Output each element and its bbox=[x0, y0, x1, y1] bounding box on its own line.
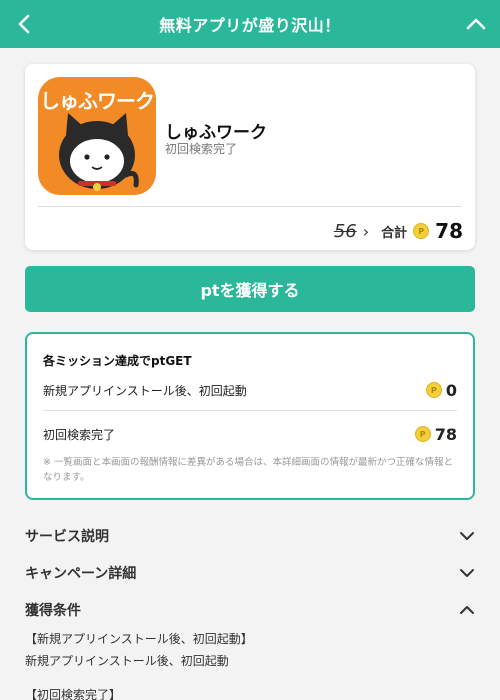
accordion-label: 獲得条件 bbox=[25, 603, 81, 619]
chevron-up-icon bbox=[460, 606, 474, 614]
mission-points: P 78 bbox=[414, 424, 457, 444]
old-points: 56 bbox=[333, 220, 357, 242]
accordion-label: サービス説明 bbox=[25, 529, 109, 545]
mission-label: 初回検索完了 bbox=[43, 427, 116, 442]
mission-points-value: 0 bbox=[445, 380, 457, 400]
accordion-campaign[interactable]: キャンペーン詳細 bbox=[25, 558, 475, 588]
coin-icon: P bbox=[425, 382, 442, 398]
chevron-down-icon bbox=[460, 532, 474, 540]
coin-icon: P bbox=[413, 223, 430, 239]
mission-row: 初回検索完了 P 78 bbox=[43, 423, 457, 445]
chevron-up-icon bbox=[466, 18, 486, 30]
mission-divider bbox=[43, 410, 457, 411]
points-summary: 56 › 合計 P 78 bbox=[334, 218, 463, 244]
collapse-button[interactable] bbox=[452, 0, 500, 48]
cat-mascot-icon bbox=[59, 113, 139, 191]
mission-title: 各ミッション達成でptGET bbox=[43, 354, 192, 368]
total-label: 合計 bbox=[381, 225, 408, 241]
get-points-button[interactable]: ptを獲得する bbox=[25, 266, 475, 312]
card-divider bbox=[38, 206, 462, 207]
mission-box: 各ミッション達成でptGET 新規アプリインストール後、初回起動 P 0 初回検… bbox=[25, 332, 475, 500]
mission-note: ※ 一覧画面と本画面の報酬情報に差異がある場合は、本詳細画面の情報が最新かつ正確… bbox=[43, 457, 453, 483]
app-status: 初回検索完了 bbox=[165, 142, 238, 156]
mission-points: P 0 bbox=[425, 380, 457, 400]
chevron-right-icon: › bbox=[362, 221, 370, 241]
mission-points-value: 78 bbox=[434, 424, 457, 444]
total-points: 78 bbox=[435, 219, 463, 243]
chevron-down-icon bbox=[460, 569, 474, 577]
accordion-conditions[interactable]: 獲得条件 bbox=[25, 595, 475, 625]
accordion-service[interactable]: サービス説明 bbox=[25, 521, 475, 551]
condition-heading: 【初回検索完了】 bbox=[25, 688, 122, 700]
page-title: 無料アプリが盛り沢山！ bbox=[159, 16, 341, 35]
back-button[interactable] bbox=[0, 0, 48, 48]
mission-row: 新規アプリインストール後、初回起動 P 0 bbox=[43, 379, 457, 401]
top-header: 無料アプリが盛り沢山！ bbox=[0, 0, 500, 48]
accordion-label: キャンペーン詳細 bbox=[25, 566, 137, 582]
chevron-left-icon bbox=[18, 14, 30, 34]
app-card: しゅふワーク しゅふワーク 初回検索完了 56 › 合計 P 78 bbox=[25, 64, 475, 250]
coin-icon: P bbox=[414, 426, 431, 442]
condition-heading: 【新規アプリインストール後、初回起動】 bbox=[25, 632, 253, 646]
mission-label: 新規アプリインストール後、初回起動 bbox=[43, 383, 247, 398]
app-icon: しゅふワーク bbox=[38, 77, 156, 195]
condition-text: 新規アプリインストール後、初回起動 bbox=[25, 654, 229, 668]
